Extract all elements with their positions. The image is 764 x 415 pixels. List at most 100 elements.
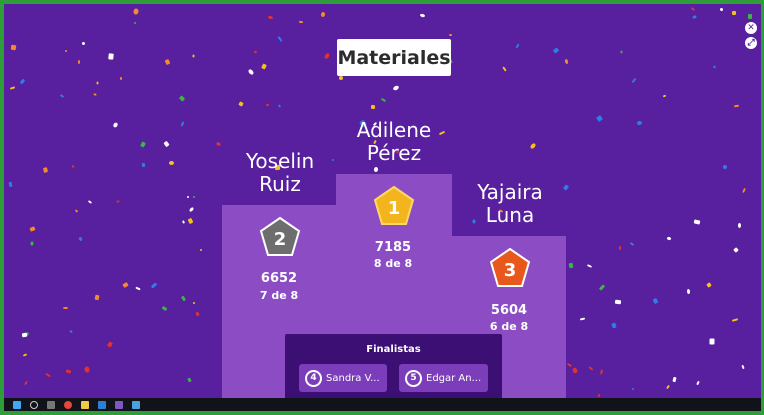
confetti-piece [135, 286, 141, 291]
confetti-piece [140, 141, 146, 148]
confetti-piece [690, 7, 696, 11]
confetti-piece [261, 63, 267, 70]
confetti-piece [419, 13, 426, 18]
confetti-piece [579, 317, 586, 321]
finalists-title: Finalistas [366, 344, 421, 355]
confetti-piece [199, 248, 203, 252]
confetti-piece [164, 58, 171, 66]
confetti-piece [265, 103, 270, 107]
confetti-piece [168, 160, 175, 166]
confetti-piece [277, 35, 283, 43]
app-icon[interactable] [115, 400, 123, 409]
confetti-piece [161, 305, 168, 312]
confetti-piece [180, 121, 185, 127]
finalist-name: Edgar An... [426, 372, 482, 384]
confetti-piece [71, 164, 75, 169]
confetti-piece [636, 120, 643, 126]
confetti-piece [106, 341, 114, 348]
confetti-piece [320, 11, 326, 18]
first-place-correct: 8 de 8 [373, 257, 413, 270]
confetti-piece [338, 75, 344, 81]
confetti-piece [696, 380, 700, 386]
confetti-piece [150, 282, 158, 289]
task-view-icon[interactable] [47, 400, 55, 409]
confetti-piece [44, 372, 52, 378]
confetti-piece [620, 50, 623, 54]
confetti-piece [74, 209, 79, 213]
confetti-piece [133, 21, 137, 25]
confetti-piece [629, 242, 635, 246]
confetti-piece [195, 311, 200, 317]
confetti-piece [247, 68, 255, 76]
silver-pentagon-badge-icon: 2 [259, 216, 301, 256]
browser-icon[interactable] [132, 400, 140, 409]
confetti-piece [84, 366, 90, 373]
confetti-piece [178, 95, 186, 102]
finalist-chip[interactable]: 5 Edgar An... [399, 364, 488, 392]
confetti-piece [186, 195, 190, 199]
close-icon[interactable]: ✕ [745, 22, 757, 34]
confetti-piece [666, 384, 670, 390]
confetti-piece [24, 380, 28, 386]
finalist-chip[interactable]: 4 Sandra V... [299, 364, 387, 392]
confetti-piece [738, 223, 741, 228]
gold-pentagon-badge-icon: 1 [373, 185, 415, 225]
app-frame: Materiales Yoselin Ruiz 2 6652 7 de 8 Ad… [0, 0, 764, 415]
confetti-piece [81, 41, 86, 46]
confetti-piece [731, 318, 739, 322]
confetti-piece [742, 187, 746, 194]
file-explorer-icon[interactable] [81, 400, 89, 409]
store-icon[interactable] [98, 400, 106, 409]
confetti-piece [572, 367, 578, 374]
confetti-piece [380, 97, 387, 103]
confetti-piece [253, 50, 258, 54]
confetti-piece [706, 282, 712, 288]
confetti-piece [709, 338, 715, 345]
confetti-piece [192, 54, 195, 58]
confetti-piece [96, 81, 99, 85]
confetti-piece [722, 164, 728, 170]
confetti-piece [163, 140, 170, 148]
confetti-piece [733, 247, 739, 253]
confetti-piece [10, 44, 17, 51]
bronze-pentagon-badge-icon: 3 [489, 247, 531, 287]
finalist-rank: 4 [305, 369, 322, 387]
confetti-piece [662, 94, 667, 98]
confetti-piece [741, 364, 745, 370]
confetti-piece [64, 49, 68, 53]
confetti-piece [187, 377, 192, 383]
confetti-piece [564, 58, 569, 65]
confetti-piece [192, 195, 196, 199]
confetti-piece [595, 114, 604, 123]
confetti-piece [30, 241, 34, 246]
confetti-piece [108, 53, 114, 60]
confetti-piece [43, 167, 48, 173]
third-place-name: Yajaira Luna [477, 180, 543, 227]
finalists-panel: Finalistas 4 Sandra V... 5 Edgar An... [285, 334, 502, 402]
confetti-piece [188, 206, 195, 213]
confetti-piece [686, 288, 691, 295]
confetti-piece [719, 7, 724, 12]
svg-text:2: 2 [274, 229, 287, 250]
search-icon[interactable] [30, 400, 38, 409]
expand-icon[interactable]: ⤢ [745, 37, 757, 49]
second-place-name: Yoselin Ruiz [245, 149, 315, 196]
confetti-piece [116, 199, 120, 204]
confetti-piece [666, 236, 672, 241]
confetti-piece [22, 353, 28, 357]
confetti-piece [323, 52, 331, 60]
confetti-piece [748, 14, 752, 19]
confetti-piece [652, 297, 659, 305]
confetti-piece [69, 329, 73, 334]
confetti-piece [597, 393, 601, 398]
confetti-piece [502, 66, 507, 72]
chrome-icon[interactable] [64, 400, 72, 409]
confetti-piece [192, 301, 196, 305]
svg-text:3: 3 [504, 260, 517, 281]
quiz-title: Materiales [337, 39, 451, 76]
confetti-piece [515, 43, 520, 49]
second-place-score: 6652 [260, 271, 298, 286]
confetti-piece [614, 299, 622, 305]
windows-start-icon[interactable] [13, 400, 21, 409]
confetti-piece [712, 65, 717, 69]
